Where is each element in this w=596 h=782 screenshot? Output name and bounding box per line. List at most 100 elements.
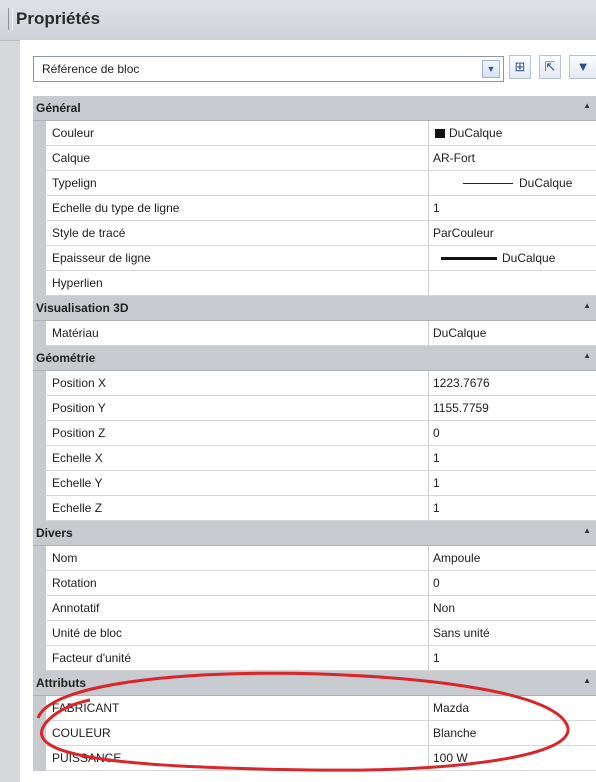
row-indent <box>33 171 46 196</box>
row-indent <box>33 496 46 521</box>
property-value-text: 1 <box>433 451 440 465</box>
property-name: FABRICANT <box>46 696 429 720</box>
row-indent <box>33 646 46 671</box>
row-indent <box>33 621 46 646</box>
row-indent <box>33 321 46 346</box>
property-value[interactable]: 1 <box>430 496 596 520</box>
property-value[interactable]: 1155.7759 <box>430 396 596 420</box>
property-row[interactable]: Epaisseur de ligne DuCalque <box>33 246 596 271</box>
property-row[interactable]: Annotatif Non <box>33 596 596 621</box>
property-name: PUISSANCE <box>46 746 429 770</box>
collapse-arrow-icon[interactable]: ▲ <box>583 101 591 110</box>
property-value[interactable]: DuCalque <box>430 121 596 145</box>
property-value-text: 1 <box>433 476 440 490</box>
property-value-text: AR-Fort <box>433 151 475 165</box>
drag-grip-icon[interactable] <box>8 8 13 30</box>
property-row[interactable]: Rotation 0 <box>33 571 596 596</box>
property-name: Echelle Y <box>46 471 429 495</box>
property-value-text: DuCalque <box>449 126 503 140</box>
property-value[interactable]: Sans unité <box>430 621 596 645</box>
property-value[interactable]: DuCalque <box>430 171 596 195</box>
property-row[interactable]: Echelle Z 1 <box>33 496 596 521</box>
collapse-arrow-icon[interactable]: ▲ <box>583 301 591 310</box>
collapse-arrow-icon[interactable]: ▲ <box>583 526 591 535</box>
property-value-text: Mazda <box>433 701 470 715</box>
property-row[interactable]: Typelign DuCalque <box>33 171 596 196</box>
category-header[interactable]: Attributs ▲ <box>33 671 596 696</box>
property-value[interactable]: DuCalque <box>430 246 596 270</box>
select-objects-icon[interactable]: ⇱ <box>539 55 561 79</box>
property-row[interactable]: Echelle X 1 <box>33 446 596 471</box>
property-value[interactable]: 100 W <box>430 746 596 770</box>
property-row[interactable]: FABRICANT Mazda <box>33 696 596 721</box>
property-row[interactable]: Echelle du type de ligne 1 <box>33 196 596 221</box>
color-swatch-icon <box>435 129 445 139</box>
property-name: Rotation <box>46 571 429 595</box>
property-row[interactable]: Unité de bloc Sans unité <box>33 621 596 646</box>
property-name: Unité de bloc <box>46 621 429 645</box>
property-value[interactable]: 1 <box>430 471 596 495</box>
row-indent <box>33 196 46 221</box>
linetype-preview-icon <box>463 183 513 185</box>
row-indent <box>33 421 46 446</box>
property-name: COULEUR <box>46 721 429 745</box>
property-value[interactable]: Non <box>430 596 596 620</box>
property-name: Position Y <box>46 396 429 420</box>
property-row[interactable]: PUISSANCE 100 W <box>33 746 596 771</box>
property-value[interactable]: DuCalque <box>430 321 596 345</box>
property-row[interactable]: Hyperlien <box>33 271 596 296</box>
row-indent <box>33 396 46 421</box>
category-header[interactable]: Géométrie ▲ <box>33 346 596 371</box>
property-row[interactable]: Position Z 0 <box>33 421 596 446</box>
property-value-text: ParCouleur <box>433 226 494 240</box>
property-name: Echelle X <box>46 446 429 470</box>
property-value[interactable]: AR-Fort <box>430 146 596 170</box>
property-value[interactable] <box>430 271 596 295</box>
pickadd-filter-icon[interactable]: ▼ <box>569 55 596 79</box>
category-title: Divers <box>36 526 73 540</box>
properties-palette: Propriétés Référence de bloc ▼ ⊞ ⇱ ▼ Gén… <box>0 0 596 782</box>
property-row[interactable]: Position Y 1155.7759 <box>33 396 596 421</box>
property-value[interactable]: 1223.7676 <box>430 371 596 395</box>
property-row[interactable]: Couleur DuCalque <box>33 121 596 146</box>
property-row[interactable]: Style de tracé ParCouleur <box>33 221 596 246</box>
row-indent <box>33 471 46 496</box>
property-value[interactable]: ParCouleur <box>430 221 596 245</box>
property-value[interactable]: 0 <box>430 421 596 445</box>
property-row[interactable]: Echelle Y 1 <box>33 471 596 496</box>
category-header[interactable]: Général ▲ <box>33 96 596 121</box>
category-header[interactable]: Divers ▲ <box>33 521 596 546</box>
row-indent <box>33 121 46 146</box>
quick-select-icon[interactable]: ⊞ <box>509 55 531 79</box>
object-type-selector[interactable]: Référence de bloc ▼ <box>33 56 504 82</box>
chevron-down-icon[interactable]: ▼ <box>482 60 500 78</box>
category-title: Visualisation 3D <box>36 301 129 315</box>
property-name: Echelle Z <box>46 496 429 520</box>
property-value[interactable]: Blanche <box>430 721 596 745</box>
property-value-text: Sans unité <box>433 626 490 640</box>
property-value-text: 1 <box>433 501 440 515</box>
row-indent <box>33 746 46 771</box>
category-title: Géométrie <box>36 351 96 365</box>
property-value[interactable]: 0 <box>430 571 596 595</box>
property-row[interactable]: Calque AR-Fort <box>33 146 596 171</box>
row-indent <box>33 146 46 171</box>
row-indent <box>33 546 46 571</box>
property-row[interactable]: Matériau DuCalque <box>33 321 596 346</box>
row-indent <box>33 371 46 396</box>
collapse-arrow-icon[interactable]: ▲ <box>583 676 591 685</box>
property-value-text: 0 <box>433 576 440 590</box>
category-header[interactable]: Visualisation 3D ▲ <box>33 296 596 321</box>
property-value[interactable]: Mazda <box>430 696 596 720</box>
row-indent <box>33 596 46 621</box>
property-value[interactable]: 1 <box>430 446 596 470</box>
property-value[interactable]: 1 <box>430 646 596 670</box>
property-row[interactable]: COULEUR Blanche <box>33 721 596 746</box>
property-row[interactable]: Nom Ampoule <box>33 546 596 571</box>
property-row[interactable]: Facteur d'unité 1 <box>33 646 596 671</box>
property-value[interactable]: 1 <box>430 196 596 220</box>
palette-title-bar[interactable]: Propriétés <box>0 0 596 41</box>
collapse-arrow-icon[interactable]: ▲ <box>583 351 591 360</box>
property-row[interactable]: Position X 1223.7676 <box>33 371 596 396</box>
property-value[interactable]: Ampoule <box>430 546 596 570</box>
